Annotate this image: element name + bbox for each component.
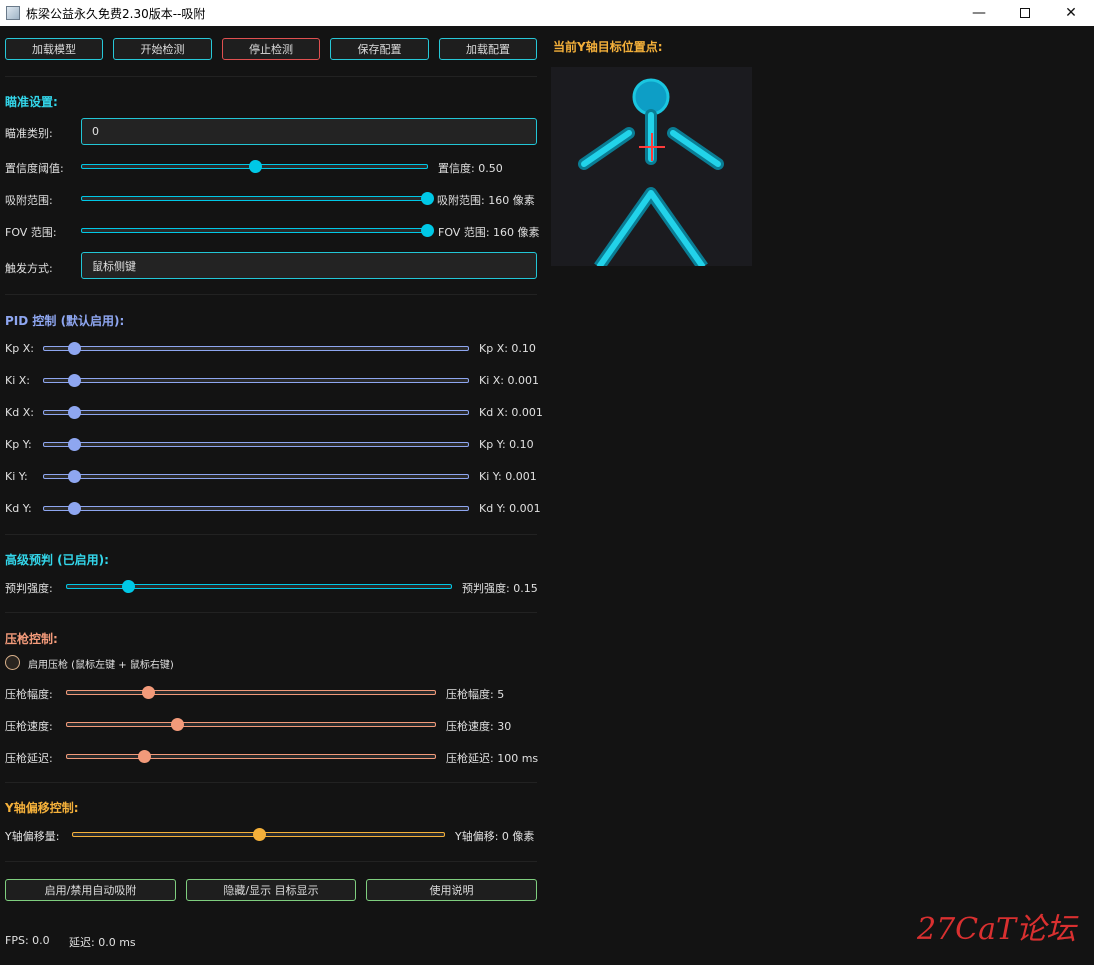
trigger-select[interactable]: 鼠标侧键	[81, 252, 537, 279]
app-icon	[6, 6, 20, 20]
aim-category-input[interactable]: 0	[81, 118, 537, 145]
maximize-button[interactable]	[1002, 0, 1048, 26]
save-config-button[interactable]: 保存配置	[330, 38, 429, 60]
pid-kp-y-slider[interactable]	[43, 438, 469, 451]
pid-kp-x-slider[interactable]	[43, 342, 469, 355]
recoil-speed-value: 压枪速度: 30	[446, 720, 512, 733]
trigger-label: 触发方式:	[5, 262, 53, 275]
pid-kp-x-label: Kp X:	[5, 342, 34, 355]
divider	[5, 76, 537, 77]
load-config-button[interactable]: 加载配置	[439, 38, 537, 60]
pid-kd-y-value: Kd Y: 0.001	[479, 502, 541, 515]
slider-thumb[interactable]	[141, 686, 155, 699]
divider	[5, 612, 537, 613]
target-preview	[551, 67, 752, 266]
recoil-delay-value: 压枪延迟: 100 ms	[446, 752, 539, 765]
slider-thumb[interactable]	[67, 502, 81, 515]
stop-detect-button[interactable]: 停止检测	[222, 38, 320, 60]
divider	[5, 534, 537, 535]
latency-status: 延迟: 0.0 ms	[69, 936, 136, 949]
confidence-label: 置信度阈值:	[5, 162, 64, 175]
main-panel: 加载模型 开始检测 停止检测 保存配置 加载配置 瞄准设置: 瞄准类别: 0 置…	[0, 26, 1094, 965]
preview-title: 当前Y轴目标位置点:	[553, 40, 663, 54]
fps-status: FPS: 0.0	[5, 934, 50, 947]
pid-kd-x-value: Kd X: 0.001	[479, 406, 543, 419]
load-model-button[interactable]: 加载模型	[5, 38, 103, 60]
pid-ki-y-label: Ki Y:	[5, 470, 28, 483]
yoffset-slider[interactable]	[72, 828, 445, 841]
recoil-enable-label: 启用压枪 (鼠标左键 + 鼠标右键)	[28, 660, 174, 671]
window-title: 栋梁公益永久免费2.30版本--吸附	[26, 6, 206, 21]
fov-value: FOV 范围: 160 像素	[438, 226, 540, 239]
close-button[interactable]: ✕	[1048, 0, 1094, 26]
confidence-slider[interactable]	[81, 160, 428, 173]
pid-ki-y-value: Ki Y: 0.001	[479, 470, 537, 483]
divider	[5, 861, 537, 862]
close-icon: ✕	[1065, 5, 1077, 21]
minimize-icon: —	[972, 5, 986, 21]
slider-thumb[interactable]	[67, 374, 81, 387]
title-bar: 栋梁公益永久免费2.30版本--吸附 — ✕	[0, 0, 1094, 26]
recoil-speed-slider[interactable]	[66, 718, 436, 731]
stick-figure-icon	[578, 78, 724, 266]
snap-range-value: 吸附范围: 160 像素	[437, 194, 535, 207]
slider-thumb[interactable]	[67, 406, 81, 419]
slider-thumb[interactable]	[67, 342, 81, 355]
pid-section-title: PID 控制 (默认启用):	[5, 314, 125, 328]
toggle-target-button[interactable]: 隐藏/显示 目标显示	[186, 879, 356, 901]
slider-thumb[interactable]	[421, 192, 434, 205]
aim-category-label: 瞄准类别:	[5, 127, 53, 140]
pid-ki-x-label: Ki X:	[5, 374, 31, 387]
slider-thumb[interactable]	[122, 580, 136, 593]
start-detect-button[interactable]: 开始检测	[113, 38, 212, 60]
pid-ki-x-slider[interactable]	[43, 374, 469, 387]
recoil-delay-slider[interactable]	[66, 750, 436, 763]
pid-ki-x-value: Ki X: 0.001	[479, 374, 539, 387]
aim-section-title: 瞄准设置:	[5, 95, 58, 109]
recoil-amplitude-label: 压枪幅度:	[5, 688, 53, 701]
fov-label: FOV 范围:	[5, 226, 57, 239]
recoil-amplitude-slider[interactable]	[66, 686, 436, 699]
divider	[5, 782, 537, 783]
pid-kp-x-value: Kp X: 0.10	[479, 342, 536, 355]
recoil-enable-checkbox[interactable]	[5, 655, 20, 670]
predict-value: 预判强度: 0.15	[462, 582, 538, 595]
slider-thumb[interactable]	[171, 718, 185, 731]
pid-kd-y-label: Kd Y:	[5, 502, 32, 515]
slider-thumb[interactable]	[248, 160, 262, 173]
slider-thumb[interactable]	[138, 750, 152, 763]
recoil-section-title: 压枪控制:	[5, 632, 58, 646]
slider-thumb[interactable]	[67, 470, 81, 483]
predict-label: 预判强度:	[5, 582, 53, 595]
minimize-button[interactable]: —	[956, 0, 1002, 26]
confidence-value: 置信度: 0.50	[438, 162, 503, 175]
pid-kp-y-value: Kp Y: 0.10	[479, 438, 534, 451]
pid-kd-x-slider[interactable]	[43, 406, 469, 419]
yoffset-label: Y轴偏移量:	[5, 830, 60, 843]
yoffset-value: Y轴偏移: 0 像素	[455, 830, 535, 843]
snap-range-label: 吸附范围:	[5, 194, 53, 207]
recoil-amplitude-value: 压枪幅度: 5	[446, 688, 505, 701]
toggle-snap-button[interactable]: 启用/禁用自动吸附	[5, 879, 176, 901]
help-button[interactable]: 使用说明	[366, 879, 537, 901]
snap-range-slider[interactable]	[81, 192, 434, 205]
slider-thumb[interactable]	[252, 828, 266, 841]
pid-kd-x-label: Kd X:	[5, 406, 34, 419]
fov-slider[interactable]	[81, 224, 434, 237]
pid-kp-y-label: Kp Y:	[5, 438, 32, 451]
maximize-icon	[1020, 8, 1030, 18]
divider	[5, 294, 537, 295]
pid-ki-y-slider[interactable]	[43, 470, 469, 483]
predict-section-title: 高级预判 (已启用):	[5, 553, 109, 567]
slider-thumb[interactable]	[421, 224, 434, 237]
watermark-logo: 27CaT论坛	[917, 912, 1077, 947]
yoffset-section-title: Y轴偏移控制:	[5, 801, 79, 815]
pid-kd-y-slider[interactable]	[43, 502, 469, 515]
recoil-delay-label: 压枪延迟:	[5, 752, 53, 765]
predict-slider[interactable]	[66, 580, 452, 593]
slider-thumb[interactable]	[67, 438, 81, 451]
recoil-speed-label: 压枪速度:	[5, 720, 53, 733]
